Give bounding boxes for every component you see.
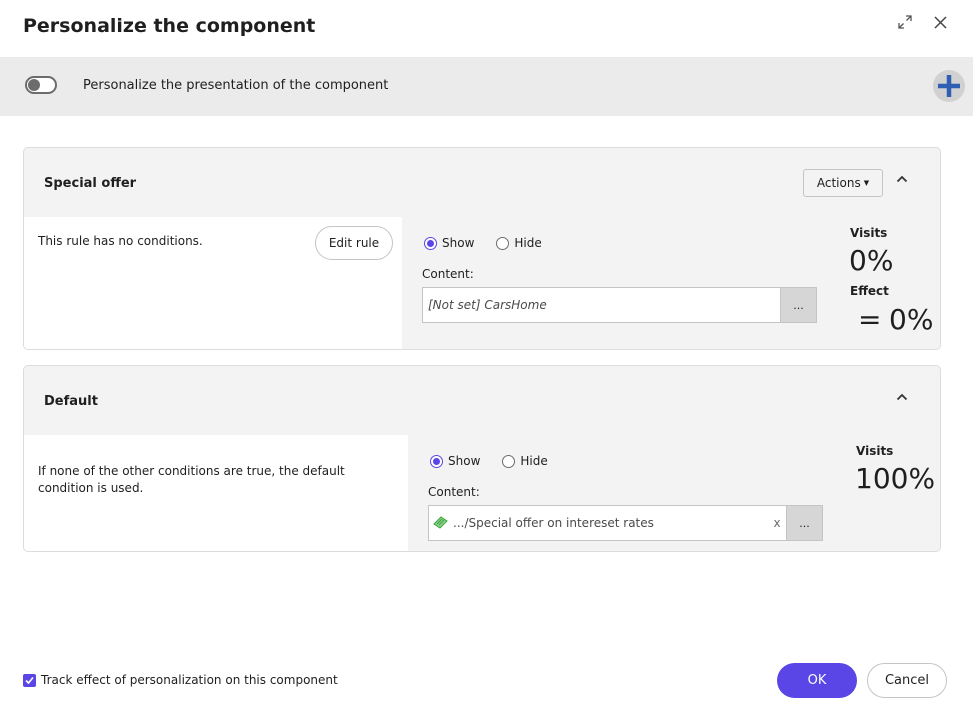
content-label: Content: xyxy=(422,267,474,281)
hide-radio[interactable] xyxy=(502,454,516,468)
show-radio[interactable] xyxy=(430,454,443,468)
content-label: Content: xyxy=(428,485,480,499)
toggle-knob xyxy=(28,79,40,91)
expand-icon xyxy=(898,15,912,29)
condition-panel: If none of the other conditions are true… xyxy=(24,435,408,551)
effect-label: Effect xyxy=(850,284,889,298)
effect-value: 0% xyxy=(889,303,934,336)
ok-button[interactable]: OK xyxy=(777,663,857,698)
condition-text: If none of the other conditions are true… xyxy=(38,464,345,495)
track-effect-label: Track effect of personalization on this … xyxy=(41,673,338,687)
content-picker[interactable]: .../Special offer on intereset rates x .… xyxy=(428,505,823,541)
visits-value: 100% xyxy=(855,462,936,495)
personalize-toggle[interactable] xyxy=(25,76,57,94)
rule-default: Default If none of the other conditions … xyxy=(23,365,941,552)
visibility-options: Show Hide xyxy=(424,236,564,250)
show-radio[interactable] xyxy=(424,236,437,250)
track-effect-option: Track effect of personalization on this … xyxy=(23,673,338,687)
dialog-title: Personalize the component xyxy=(23,15,316,37)
condition-text: This rule has no conditions. xyxy=(38,234,203,248)
actions-dropdown[interactable]: Actions ▼ xyxy=(803,169,883,197)
chevron-up-icon xyxy=(896,393,908,401)
close-icon xyxy=(933,15,947,29)
show-label: Show xyxy=(448,454,481,468)
hide-radio[interactable] xyxy=(496,236,510,250)
rule-title: Default xyxy=(44,394,98,409)
clear-button[interactable]: x xyxy=(768,516,786,530)
rule-title: Special offer xyxy=(44,176,137,191)
condition-panel: This rule has no conditions. Edit rule xyxy=(24,217,402,349)
show-label: Show xyxy=(442,236,475,250)
chevron-up-icon xyxy=(896,175,908,183)
stats-panel: Visits 0% Effect = 0% xyxy=(842,217,940,349)
visits-value: 0% xyxy=(849,244,894,277)
cancel-button[interactable]: Cancel xyxy=(867,663,947,698)
actions-label: Actions xyxy=(816,176,861,190)
browse-button[interactable]: ... xyxy=(780,288,816,322)
track-effect-checkbox[interactable] xyxy=(23,673,36,687)
visibility-options: Show Hide xyxy=(430,454,570,468)
caret-down-icon: ▼ xyxy=(863,179,870,187)
content-value: .../Special offer on intereset rates xyxy=(453,516,654,530)
collapse-button[interactable] xyxy=(894,171,910,187)
browse-button[interactable]: ... xyxy=(786,506,822,540)
add-rule-button[interactable] xyxy=(933,70,965,102)
collapse-button[interactable] xyxy=(894,389,910,405)
stats-panel: Visits 100% xyxy=(848,435,940,551)
toggle-label: Personalize the presentation of the comp… xyxy=(83,78,389,93)
hide-label: Hide xyxy=(520,454,548,468)
effect-sign: = xyxy=(858,303,882,336)
content-picker[interactable]: [Not set] CarsHome ... xyxy=(422,287,817,323)
visits-label: Visits xyxy=(856,444,894,458)
hide-label: Hide xyxy=(514,236,542,250)
personalize-toolbar: Personalize the presentation of the comp… xyxy=(0,57,973,116)
close-button[interactable] xyxy=(928,10,952,34)
edit-rule-button[interactable]: Edit rule xyxy=(315,226,393,260)
content-value: [Not set] CarsHome xyxy=(428,298,547,312)
check-icon xyxy=(25,676,34,684)
visits-label: Visits xyxy=(850,226,888,240)
rule-special-offer: Special offer Actions ▼ This rule has no… xyxy=(23,147,941,350)
plus-icon xyxy=(938,75,960,97)
content-item-icon xyxy=(433,516,448,529)
expand-button[interactable] xyxy=(893,10,917,34)
